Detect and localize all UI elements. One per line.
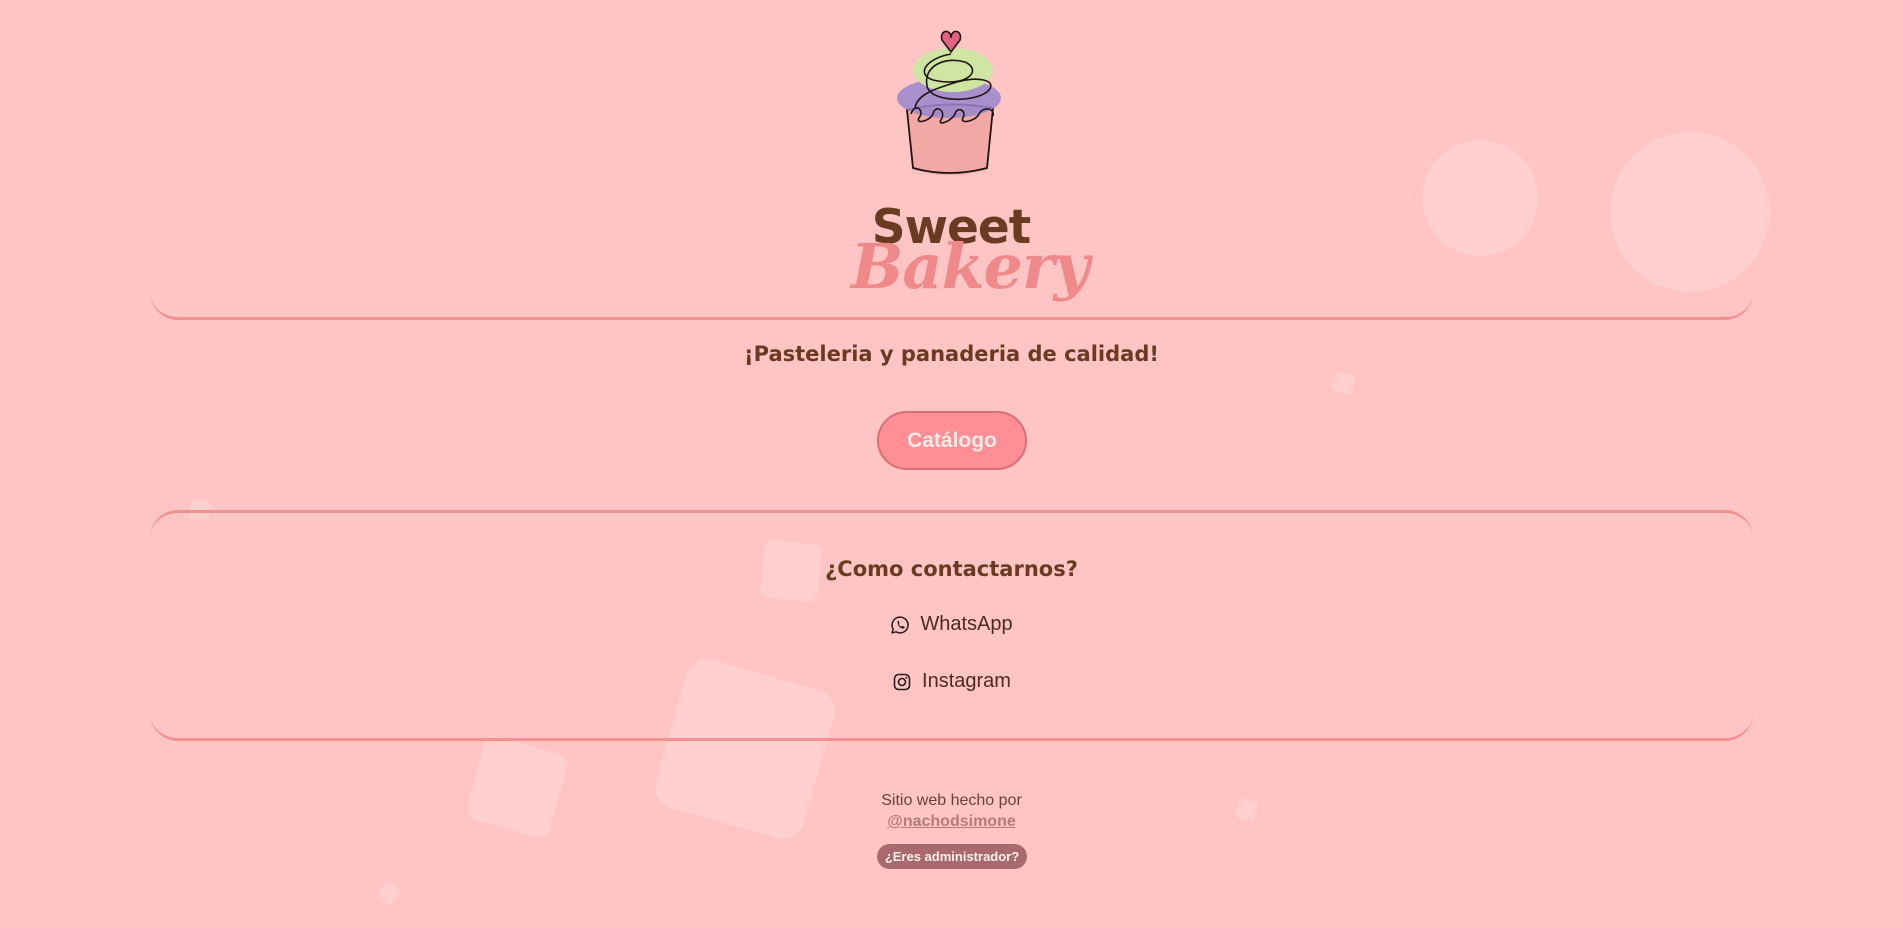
decorative-square [376,880,402,906]
instagram-label: Instagram [922,670,1011,692]
whatsapp-icon [891,615,910,634]
header-divider [150,258,1753,320]
decorative-square [1331,370,1357,396]
whatsapp-label: WhatsApp [920,613,1013,635]
admin-button[interactable]: ¿Eres administrador? [877,844,1027,869]
page: Sweet Bakery ¡Pasteleria y panaderia de … [0,0,1903,928]
cupcake-icon [897,30,1001,175]
catalog-button[interactable]: Catálogo [877,411,1027,470]
tagline: ¡Pasteleria y panaderia de calidad! [744,342,1159,366]
author-link[interactable]: @nachodsimone [887,813,1016,830]
contact-title: ¿Como contactarnos? [825,557,1078,581]
contact-section: ¿Como contactarnos? WhatsApp Instagram [150,510,1753,741]
whatsapp-link[interactable]: WhatsApp [150,613,1753,636]
instagram-link[interactable]: Instagram [150,670,1753,693]
decorative-circle [1422,140,1538,256]
instagram-icon [893,673,911,690]
footer-author: @nachodsimone [0,813,1903,831]
footer-credit: Sitio web hecho por [881,792,1022,809]
